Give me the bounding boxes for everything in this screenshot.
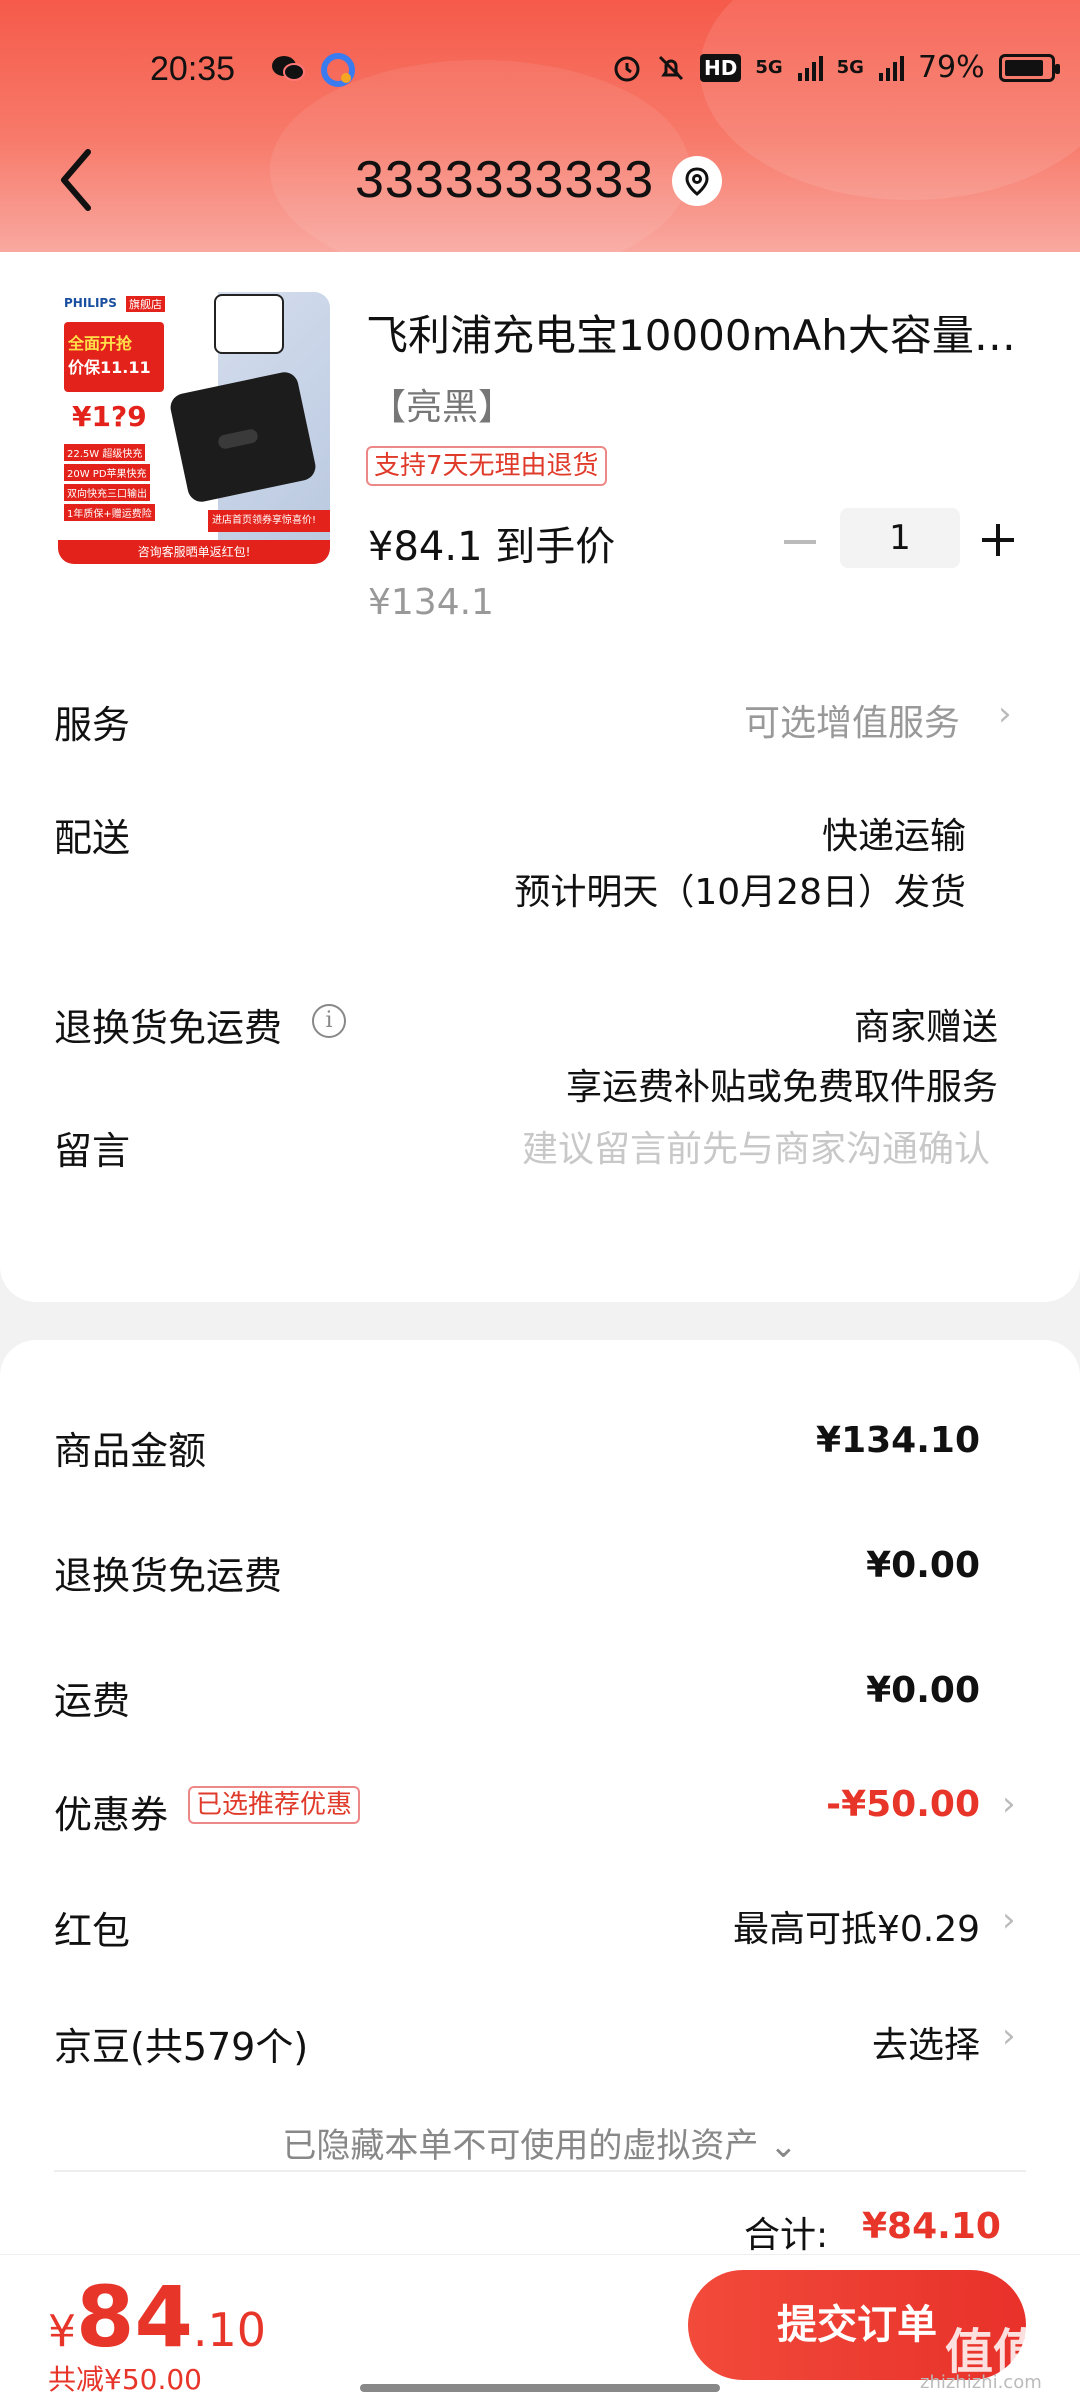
total-value: ¥84.10 bbox=[862, 2206, 1001, 2247]
thumb-brand: PHILIPS bbox=[64, 296, 117, 310]
thumb-feature: 1年质保+赠运费险 bbox=[64, 504, 155, 521]
product-price: ¥84.1 到手价 bbox=[368, 524, 616, 570]
product-original-price: ¥134.1 bbox=[368, 582, 494, 623]
delivery-row[interactable]: 配送 快递运输 预计明天（10月28日）发货 bbox=[0, 807, 1080, 927]
message-label: 留言 bbox=[54, 1129, 131, 1173]
goods-amount-value: ¥134.10 bbox=[816, 1420, 980, 1461]
increase-quantity-button[interactable] bbox=[978, 520, 1018, 560]
signal-icon bbox=[797, 55, 823, 81]
status-time: 20:35 bbox=[150, 50, 236, 88]
thumb-price: ¥1?9 bbox=[72, 400, 147, 433]
thumb-store: 旗舰店 bbox=[126, 296, 165, 312]
service-value: 可选增值服务 bbox=[743, 703, 960, 744]
header-decoration bbox=[700, 0, 1080, 200]
alarm-icon bbox=[614, 56, 640, 81]
info-icon[interactable]: i bbox=[312, 1004, 346, 1038]
return-shipping-value: 商家赠送 bbox=[853, 1007, 998, 1048]
service-row[interactable]: 服务 可选增值服务 › bbox=[0, 682, 1080, 752]
chevron-right-icon: › bbox=[1002, 1784, 1016, 1824]
total-label: 合计: bbox=[744, 2215, 829, 2256]
status-bar: 20:35 HD 5G 5G 79% bbox=[0, 40, 1080, 100]
divider bbox=[54, 2170, 1026, 2172]
product-title[interactable]: 飞利浦充电宝10000mAh大容量2... bbox=[366, 302, 1016, 363]
header: 20:35 HD 5G 5G 79% 3333333333 bbox=[0, 0, 1080, 252]
goods-amount-label: 商品金额 bbox=[54, 1429, 207, 1473]
signal-5g-1: 5G bbox=[755, 57, 783, 78]
product-variant: 【亮黑】 bbox=[370, 387, 515, 428]
delivery-estimate: 预计明天（10月28日）发货 bbox=[514, 872, 966, 913]
thumb-feature: 20W PD苹果快充 bbox=[64, 464, 150, 481]
decrease-quantity-button[interactable] bbox=[780, 524, 820, 560]
signal-5g-2: 5G bbox=[836, 57, 864, 78]
status-right: HD 5G 5G 79% bbox=[612, 50, 1060, 85]
return-shipping-detail: 享运费补贴或免费取件服务 bbox=[565, 1067, 998, 1108]
watermark-url: zhizhizhi.com bbox=[920, 2372, 1042, 2393]
battery-percent: 79% bbox=[917, 50, 985, 85]
thumb-feature: 双向快充三口输出 bbox=[64, 484, 150, 501]
chevron-right-icon: › bbox=[1002, 2016, 1016, 2056]
price-integer: 84 bbox=[76, 2268, 193, 2366]
service-label: 服务 bbox=[54, 703, 131, 747]
quantity-input[interactable]: 1 bbox=[840, 508, 960, 568]
thumb-promo2: 价保11.11 bbox=[68, 358, 151, 377]
shipping-fee-label: 运费 bbox=[54, 1679, 131, 1723]
return-fee-label: 退换货免运费 bbox=[54, 1554, 283, 1598]
order-card: PHILIPS 旗舰店 全面开抢 价保11.11 ¥1?9 22.5W 超级快充… bbox=[0, 252, 1080, 1302]
hd-badge: HD bbox=[700, 53, 742, 82]
signal-icon bbox=[878, 55, 904, 81]
return-fee-value: ¥0.00 bbox=[866, 1545, 980, 1586]
total-saving: 共减¥50.00 bbox=[48, 2363, 202, 2396]
chevron-right-icon: › bbox=[1002, 1900, 1016, 1940]
return-shipping-label: 退换货免运费 bbox=[54, 1006, 283, 1050]
back-icon[interactable] bbox=[56, 148, 96, 212]
app-notification-icon bbox=[321, 53, 355, 87]
red-packet-label: 红包 bbox=[54, 1909, 131, 1953]
price-decimal: .10 bbox=[192, 2303, 267, 2357]
thumb-banner: 进店首页领券享惊喜价! bbox=[208, 510, 330, 532]
coupon-badge: 已选推荐优惠 bbox=[188, 1786, 361, 1824]
message-input[interactable]: 建议留言前先与商家沟通确认 bbox=[522, 1120, 990, 1172]
product-thumbnail[interactable]: PHILIPS 旗舰店 全面开抢 价保11.11 ¥1?9 22.5W 超级快充… bbox=[58, 292, 330, 564]
wechat-icon bbox=[272, 56, 305, 81]
location-icon[interactable] bbox=[672, 156, 722, 206]
thumb-footer: 咨询客服晒单返红包! bbox=[58, 540, 330, 564]
delivery-label: 配送 bbox=[54, 816, 131, 860]
home-indicator[interactable] bbox=[360, 2384, 720, 2392]
mute-icon bbox=[658, 55, 684, 80]
pay-price: ¥84.10 bbox=[48, 2268, 266, 2366]
return-policy-badge: 支持7天无理由退货 bbox=[366, 446, 607, 486]
delivery-method: 快递运输 bbox=[821, 816, 966, 857]
shipping-fee-value: ¥0.00 bbox=[866, 1670, 980, 1711]
chevron-right-icon: › bbox=[998, 694, 1012, 734]
hidden-assets-toggle[interactable]: 已隐藏本单不可使用的虚拟资产 ⌄ bbox=[0, 2118, 1080, 2167]
thumb-promo1: 全面开抢 bbox=[68, 334, 133, 353]
battery-icon bbox=[998, 53, 1060, 82]
thumb-feature: 22.5W 超级快充 bbox=[64, 444, 146, 461]
coupon-label: 优惠券 bbox=[54, 1793, 169, 1837]
page-title: 3333333333 bbox=[355, 151, 655, 209]
jd-beans-label: 京豆(共579个) bbox=[54, 2025, 309, 2069]
red-packet-value: 最高可抵¥0.29 bbox=[732, 1909, 980, 1950]
jd-beans-value: 去选择 bbox=[871, 2025, 980, 2066]
currency-symbol: ¥ bbox=[48, 2306, 76, 2357]
coupon-value: -¥50.00 bbox=[826, 1784, 980, 1825]
